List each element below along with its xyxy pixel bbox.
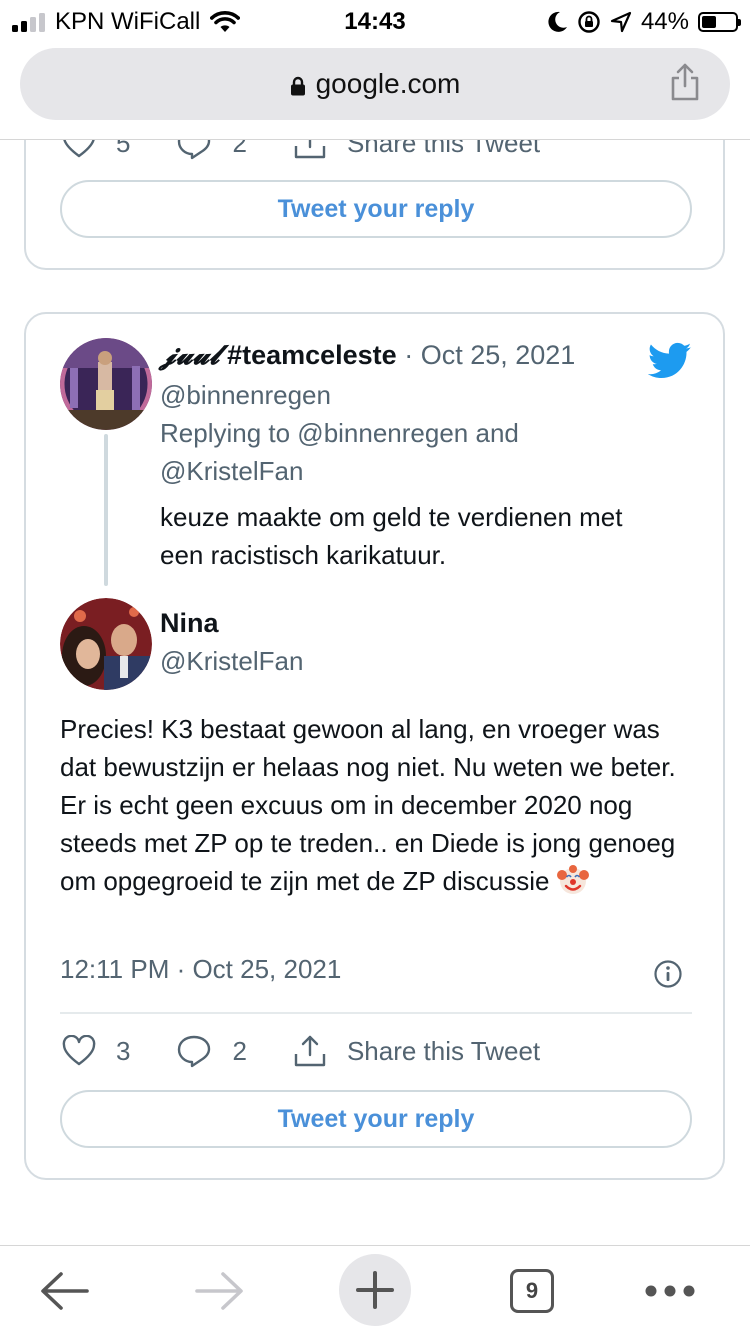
twitter-bird-icon[interactable] bbox=[648, 342, 692, 380]
heart-icon bbox=[62, 1035, 96, 1066]
new-tab-button[interactable] bbox=[339, 1254, 411, 1326]
reply-count: 2 bbox=[232, 1035, 247, 1066]
like-button[interactable]: 5 bbox=[62, 140, 130, 159]
battery-percentage: 44% bbox=[640, 8, 689, 35]
share-tweet-button[interactable]: Share this Tweet bbox=[293, 140, 540, 160]
page-content: 5 2 Share this Tweet Tweet your reply 𝓳𝓾… bbox=[0, 140, 750, 1245]
quoted-text-line-2: een racistisch karikatuur. bbox=[160, 540, 447, 570]
browser-toolbar: 9 bbox=[0, 1245, 750, 1334]
thread-connector-line bbox=[104, 434, 108, 586]
author-name[interactable]: Nina bbox=[160, 608, 219, 639]
display-name-tag[interactable]: #teamceleste bbox=[227, 340, 397, 370]
tweet-actions: 5 2 Share this Tweet bbox=[62, 140, 586, 160]
location-arrow-icon bbox=[610, 11, 632, 33]
tab-switcher-button[interactable]: 9 bbox=[508, 1256, 556, 1326]
author-handle[interactable]: @KristelFan bbox=[160, 646, 303, 677]
battery-level bbox=[702, 16, 717, 28]
url-text[interactable]: google.com bbox=[316, 68, 461, 100]
forward-arrow-icon bbox=[195, 1272, 243, 1310]
share-icon bbox=[294, 140, 326, 159]
back-arrow-icon bbox=[41, 1272, 89, 1310]
share-tweet-button[interactable]: Share this Tweet bbox=[293, 1034, 540, 1068]
share-tweet-label: Share this Tweet bbox=[346, 1035, 541, 1066]
avatar-image bbox=[60, 338, 152, 430]
forward-button[interactable] bbox=[184, 1256, 254, 1326]
tweet-divider bbox=[60, 1012, 692, 1014]
more-dots-icon bbox=[645, 1285, 695, 1297]
lock-icon bbox=[290, 76, 305, 96]
status-bar: KPN WiFiCall 14:43 44% bbox=[0, 0, 750, 40]
comment-icon bbox=[178, 140, 211, 160]
tweet-your-reply-button[interactable]: Tweet your reply bbox=[60, 1090, 692, 1148]
replying-to-line-2[interactable]: @KristelFan bbox=[160, 456, 303, 487]
back-button[interactable] bbox=[30, 1256, 100, 1326]
reply-count: 2 bbox=[232, 140, 247, 158]
replying-to-line-1[interactable]: Replying to @binnenregen and bbox=[160, 418, 519, 449]
reply-count-button[interactable]: 2 bbox=[176, 1034, 247, 1068]
heart-icon bbox=[63, 140, 95, 158]
tweet-timestamp[interactable]: 12:11 PM · Oct 25, 2021 bbox=[60, 954, 341, 985]
battery-icon bbox=[698, 12, 741, 32]
tweet-handle[interactable]: @binnenregen bbox=[160, 380, 331, 411]
avatar-image bbox=[60, 598, 152, 690]
tweet-card: 𝓳𝓾𝓾𝓵 #teamceleste · Oct 25, 2021 @binnen… bbox=[24, 312, 725, 1180]
tweet-header-line: 𝓳𝓾𝓾𝓵 #teamceleste · Oct 25, 2021 bbox=[160, 340, 575, 372]
tweet-date[interactable]: Oct 25, 2021 bbox=[421, 340, 576, 370]
like-button[interactable]: 3 bbox=[62, 1035, 130, 1067]
share-icon[interactable] bbox=[668, 62, 702, 102]
tweet-actions: 3 2 Share this Tweet bbox=[62, 1034, 586, 1068]
rotation-lock-icon bbox=[578, 11, 600, 33]
info-icon[interactable] bbox=[653, 959, 683, 989]
address-bar[interactable]: google.com bbox=[20, 48, 730, 120]
quoted-text-line-1: keuze maakte om geld te verdienen met bbox=[160, 502, 623, 532]
tweet-your-reply-button[interactable]: Tweet your reply bbox=[60, 180, 692, 238]
reply-count-button[interactable]: 2 bbox=[176, 140, 247, 160]
tab-count: 9 bbox=[510, 1269, 554, 1313]
like-count: 5 bbox=[116, 140, 131, 158]
header-separator: · bbox=[404, 340, 414, 370]
plus-icon bbox=[356, 1271, 394, 1309]
moon-icon bbox=[548, 11, 567, 32]
share-tweet-label: Share this Tweet bbox=[346, 140, 541, 158]
like-count: 3 bbox=[116, 1035, 131, 1066]
share-icon bbox=[294, 1035, 326, 1067]
comment-icon bbox=[178, 1035, 211, 1068]
avatar-kristelfan[interactable] bbox=[60, 598, 152, 690]
display-name-styled[interactable]: 𝓳𝓾𝓾𝓵 bbox=[160, 340, 220, 371]
clown-face-icon bbox=[556, 864, 589, 906]
tweet-body: Precies! K3 bestaat gewoon al lang, en v… bbox=[60, 710, 700, 906]
tweet-card-previous: 5 2 Share this Tweet Tweet your reply bbox=[24, 140, 725, 270]
avatar-binnenregen[interactable] bbox=[60, 338, 152, 430]
more-menu-button[interactable] bbox=[640, 1256, 700, 1326]
